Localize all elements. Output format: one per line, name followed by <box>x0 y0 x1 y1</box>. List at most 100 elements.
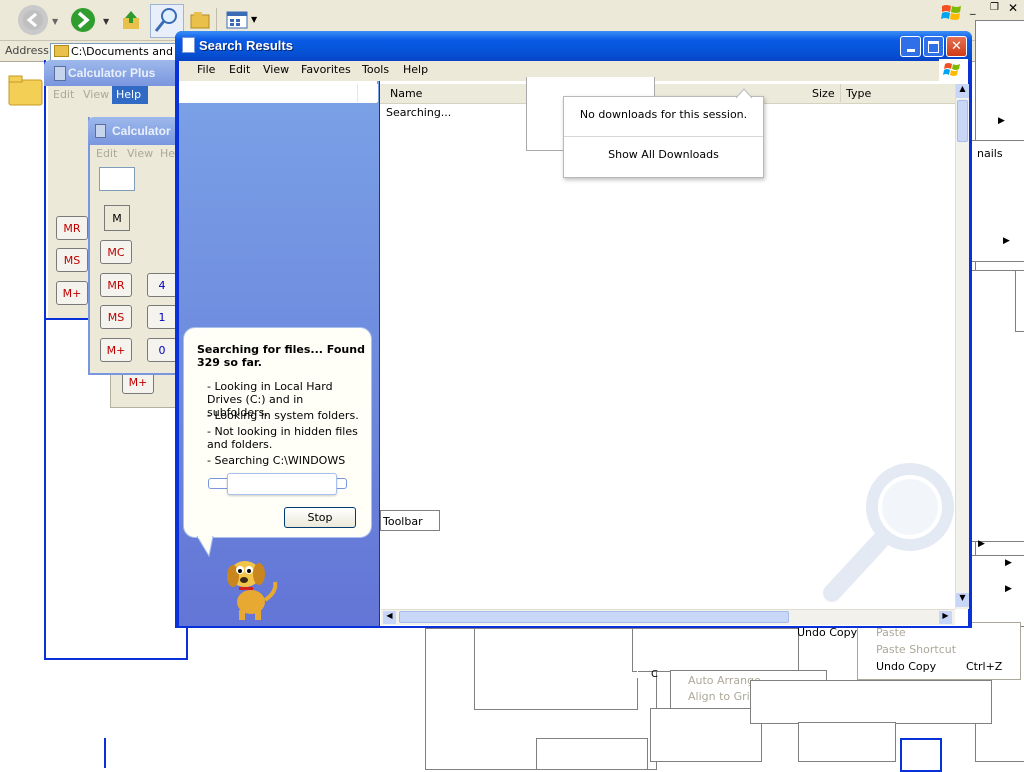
maximize-icon <box>928 40 939 53</box>
calc-plus-ms-button[interactable]: MS <box>56 248 88 272</box>
forward-arrow-icon <box>71 8 95 32</box>
background-menu-text: C <box>651 669 658 680</box>
search-dog-icon <box>227 561 278 620</box>
calc-display <box>99 167 135 191</box>
calc-menu-view[interactable]: View <box>127 145 153 163</box>
background-window-outline <box>798 722 896 762</box>
show-all-downloads-button[interactable]: Show All Downloads <box>564 148 763 161</box>
views-dropdown-icon[interactable]: ▼ <box>251 15 257 24</box>
menu-favorites[interactable]: Favorites <box>301 61 351 79</box>
stop-button[interactable]: Stop <box>284 507 356 528</box>
close-icon[interactable]: ✕ <box>1008 1 1022 15</box>
windows-logo-icon <box>940 2 964 24</box>
background-menu-outline <box>632 628 799 672</box>
up-folder-icon <box>123 11 139 29</box>
paste-shortcut-menu-item[interactable]: Paste Shortcut <box>876 643 956 656</box>
calc-plus-mr-button[interactable]: MR <box>56 216 88 240</box>
searching-status-text: Searching... <box>386 106 452 119</box>
menu-edit[interactable]: Edit <box>229 61 250 79</box>
results-horizontal-scrollbar[interactable]: ◀ ▶ <box>381 609 955 625</box>
restore-icon[interactable]: ❐ <box>990 2 1004 16</box>
balloon-tail <box>196 536 214 558</box>
background-divider <box>637 668 638 678</box>
submenu-arrow-icon: ▶ <box>998 116 1005 126</box>
back-button[interactable] <box>18 5 48 35</box>
search-window-icon <box>182 37 195 53</box>
results-vertical-scrollbar[interactable]: ▲ ▼ <box>955 84 969 609</box>
views-grid-icon <box>226 11 248 29</box>
address-folder-icon <box>54 45 69 57</box>
context-menu: Paste Paste Shortcut Undo Copy Ctrl+Z <box>857 622 1021 680</box>
column-size[interactable]: Size <box>812 87 835 100</box>
calc-ms-button[interactable]: MS <box>100 305 132 329</box>
search-titlebar[interactable] <box>175 31 972 61</box>
calc-plus-menu-view[interactable]: View <box>83 86 109 104</box>
calc-plus-mplus-button[interactable]: M+ <box>56 281 88 305</box>
submenu-arrow-icon: ▶ <box>1005 558 1012 568</box>
calc-digit-4[interactable]: 4 <box>147 273 177 297</box>
background-menu-outline <box>970 555 1024 627</box>
downloads-popup: No downloads for this session. Show All … <box>563 96 764 178</box>
scroll-left-arrow-icon[interactable]: ◀ <box>383 611 396 624</box>
progress-indicator <box>227 473 337 495</box>
calc-menu-edit[interactable]: Edit <box>96 145 117 163</box>
column-divider[interactable] <box>840 84 841 102</box>
background-window-outline <box>474 628 638 710</box>
horizontal-scroll-thumb[interactable] <box>399 611 789 623</box>
calc-digit-1[interactable]: 1 <box>147 305 177 329</box>
column-name[interactable]: Name <box>390 87 422 100</box>
minimize-icon[interactable]: _ <box>970 2 984 16</box>
menu-help[interactable]: Help <box>403 61 428 79</box>
balloon-line-system-folders: - Looking in system folders. <box>207 409 359 422</box>
up-folder-button[interactable] <box>116 5 146 35</box>
search-watermark-icon <box>823 463 954 602</box>
submenu-arrow-icon: ▶ <box>1005 584 1012 594</box>
calc-plus-menu-edit[interactable]: Edit <box>53 86 74 104</box>
back-dropdown-icon[interactable]: ▼ <box>52 17 58 26</box>
calc-plus-menu-help[interactable]: Help <box>112 86 148 104</box>
popup-divider <box>564 136 763 137</box>
address-label: Address <box>5 44 49 57</box>
minimize-icon <box>906 49 915 52</box>
calc-digit-0[interactable]: 0 <box>147 338 177 362</box>
close-button[interactable]: ✕ <box>946 36 967 57</box>
folder-icon <box>8 74 44 106</box>
pane-header-button[interactable] <box>357 84 378 102</box>
vertical-scroll-thumb[interactable] <box>957 100 968 142</box>
undo-copy-menu-item[interactable]: Undo Copy <box>876 660 936 673</box>
minimize-button[interactable] <box>900 36 921 57</box>
calc-menu-help[interactable]: He <box>160 145 175 163</box>
search-magnifier-icon <box>154 8 177 32</box>
column-type[interactable]: Type <box>846 87 871 100</box>
calc-mr-button[interactable]: MR <box>100 273 132 297</box>
submenu-arrow-icon: ▶ <box>978 539 985 549</box>
calc-mc-button[interactable]: MC <box>100 240 132 264</box>
memory-indicator: M <box>104 205 130 231</box>
menu-tools[interactable]: Tools <box>362 61 389 79</box>
forward-dropdown-icon[interactable]: ▼ <box>103 17 109 26</box>
forward-button[interactable] <box>68 5 98 35</box>
calc-mplus-button[interactable]: M+ <box>100 338 132 362</box>
calc-titlebar[interactable]: Calculator <box>88 117 180 145</box>
background-window-outline <box>900 738 942 772</box>
menu-view[interactable]: View <box>263 61 289 79</box>
menu-file[interactable]: File <box>197 61 215 79</box>
calc-plus-titlebar[interactable]: Calculator Plus <box>44 60 186 86</box>
scroll-up-arrow-icon[interactable]: ▲ <box>956 84 969 98</box>
search-pane-header <box>179 81 377 103</box>
calc-menubar: Edit View He <box>90 145 178 163</box>
balloon-title: Searching for files... Found 329 so far. <box>197 343 365 369</box>
align-to-grid-item: Align to Grid <box>688 690 757 703</box>
undo-copy-shortcut: Ctrl+Z <box>966 660 1003 673</box>
calculator-icon <box>95 124 106 138</box>
calculator-icon <box>54 66 66 81</box>
balloon-line-hidden-files: - Not looking in hidden files and folder… <box>207 425 358 451</box>
background-window-edge <box>104 738 106 768</box>
background-menu-outline <box>1015 270 1024 332</box>
scroll-right-arrow-icon[interactable]: ▶ <box>939 611 952 624</box>
background-window-outline <box>750 680 992 724</box>
maximize-button[interactable] <box>923 36 944 57</box>
scroll-down-arrow-icon[interactable]: ▼ <box>956 593 969 607</box>
search-window-title: Search Results <box>199 38 293 53</box>
balloon-line-searching-path: - Searching C:\WINDOWS <box>207 454 346 467</box>
